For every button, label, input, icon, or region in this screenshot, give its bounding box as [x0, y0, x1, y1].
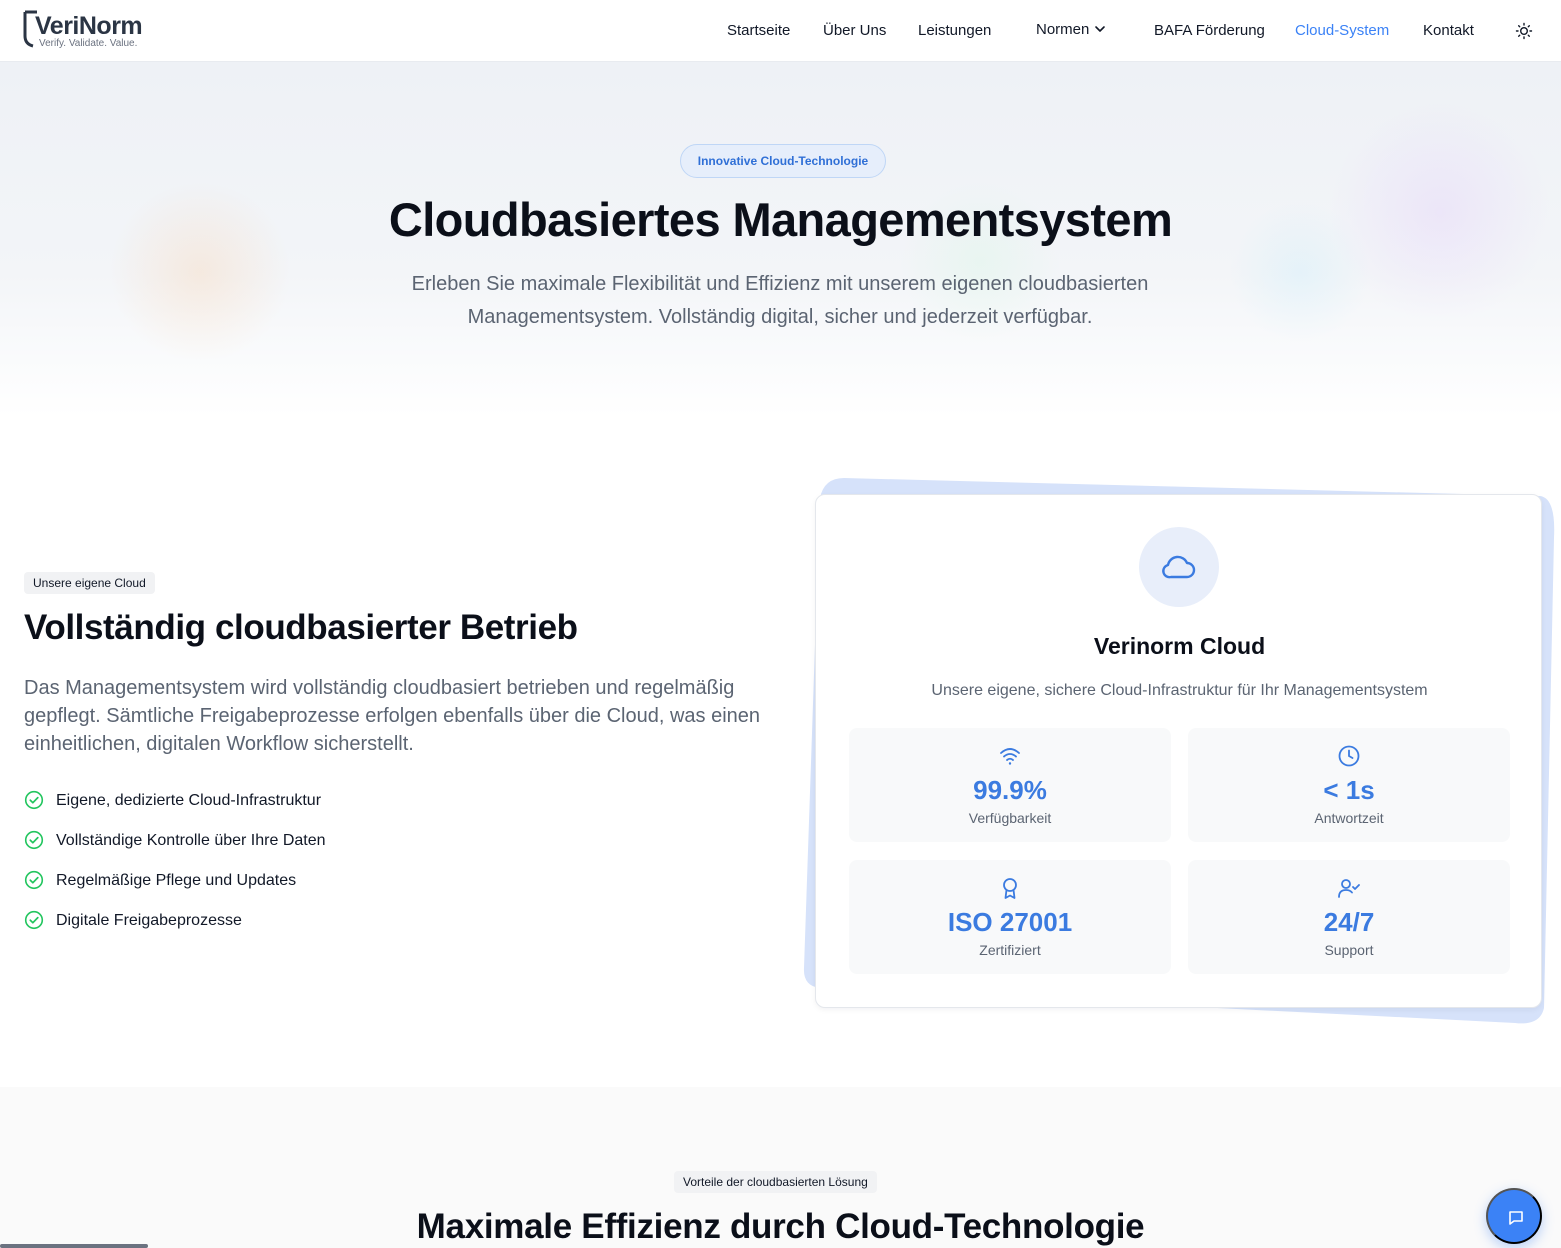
- horizontal-scrollbar[interactable]: [0, 1244, 148, 1248]
- stat-value: 99.9%: [973, 775, 1047, 805]
- stat-label: Zertifiziert: [979, 942, 1041, 958]
- chevron-down-icon: [1095, 26, 1106, 32]
- clock-icon: [1338, 745, 1360, 767]
- check-text: Vollständige Kontrolle über Ihre Daten: [56, 832, 326, 849]
- chat-button[interactable]: [1486, 1188, 1542, 1244]
- list-item: Digitale Freigabeprozesse: [24, 910, 624, 934]
- feature-title: Vollständig cloudbasierter Betrieb: [24, 608, 578, 647]
- hero-badge: Innovative Cloud-Technologie: [680, 144, 886, 178]
- nav-normen-dropdown[interactable]: Normen: [1036, 21, 1106, 38]
- check-circle-icon: [24, 910, 44, 930]
- feature-tag: Unsere eigene Cloud: [24, 572, 155, 594]
- stat-response-time: < 1s Antwortzeit: [1188, 728, 1510, 842]
- card-title: Verinorm Cloud: [1093, 633, 1266, 659]
- nav-kontakt[interactable]: Kontakt: [1423, 22, 1474, 39]
- message-icon: [1509, 1211, 1523, 1225]
- benefits-tag: Vorteile der cloudbasierten Lösung: [674, 1171, 877, 1193]
- brand-name: VeriNorm: [35, 12, 143, 40]
- nav-cloud-system[interactable]: Cloud-System: [1295, 22, 1389, 39]
- nav-normen-label: Normen: [1036, 21, 1090, 38]
- wifi-icon: [1000, 748, 1020, 765]
- stat-availability: 99.9% Verfügbarkeit: [849, 728, 1171, 842]
- award-icon: [1003, 878, 1017, 899]
- stat-value: 24/7: [1323, 907, 1375, 937]
- card-subtitle: Unsere eigene, sichere Cloud-Infrastrukt…: [931, 682, 1428, 699]
- cloud-icon-badge: [1139, 527, 1219, 607]
- brand-logo[interactable]: VeriNorm Verify. Validate. Value.: [23, 9, 153, 51]
- nav-startseite[interactable]: Startseite: [727, 22, 790, 39]
- benefits-section: Vorteile der cloudbasierten Lösung Maxim…: [0, 1087, 1561, 1248]
- check-text: Digitale Freigabeprozesse: [56, 912, 242, 929]
- stat-certification: ISO 27001 Zertifiziert: [849, 860, 1171, 974]
- hero-section: Innovative Cloud-Technologie Cloudbasier…: [0, 62, 1561, 417]
- user-check-icon: [1338, 879, 1360, 898]
- check-text: Regelmäßige Pflege und Updates: [56, 872, 297, 889]
- nav-ueber-uns[interactable]: Über Uns: [823, 22, 886, 39]
- benefits-title: Maximale Effizienz durch Cloud-Technolog…: [416, 1207, 1145, 1246]
- stat-support: 24/7 Support: [1188, 860, 1510, 974]
- check-circle-icon: [24, 870, 44, 890]
- sun-icon[interactable]: [1514, 21, 1534, 41]
- stat-value: < 1s: [1323, 775, 1375, 805]
- stat-label: Antwortzeit: [1314, 810, 1384, 826]
- check-circle-icon: [24, 830, 44, 850]
- page-title: Cloudbasiertes Managementsystem: [388, 193, 1173, 246]
- site-header: VeriNorm Verify. Validate. Value. Starts…: [0, 0, 1561, 62]
- nav-leistungen[interactable]: Leistungen: [918, 22, 991, 39]
- cloud-info-card: Verinorm Cloud Unsere eigene, sichere Cl…: [815, 494, 1542, 1008]
- list-item: Regelmäßige Pflege und Updates: [24, 870, 624, 894]
- hero-subtitle: Erleben Sie maximale Flexibilität und Ef…: [411, 273, 1149, 328]
- feature-description: Das Managementsystem wird vollständig cl…: [24, 677, 761, 755]
- nav-bafa-foerderung[interactable]: BAFA Förderung: [1154, 22, 1265, 39]
- list-item: Eigene, dedizierte Cloud-Infrastruktur: [24, 790, 624, 814]
- brand-tagline: Verify. Validate. Value.: [39, 38, 138, 49]
- list-item: Vollständige Kontrolle über Ihre Daten: [24, 830, 624, 854]
- stat-label: Verfügbarkeit: [968, 810, 1052, 826]
- cloud-icon: [1162, 555, 1196, 579]
- stat-value: ISO 27001: [947, 907, 1073, 937]
- check-circle-icon: [24, 790, 44, 810]
- check-text: Eigene, dedizierte Cloud-Infrastruktur: [56, 792, 322, 809]
- stat-label: Support: [1324, 942, 1374, 958]
